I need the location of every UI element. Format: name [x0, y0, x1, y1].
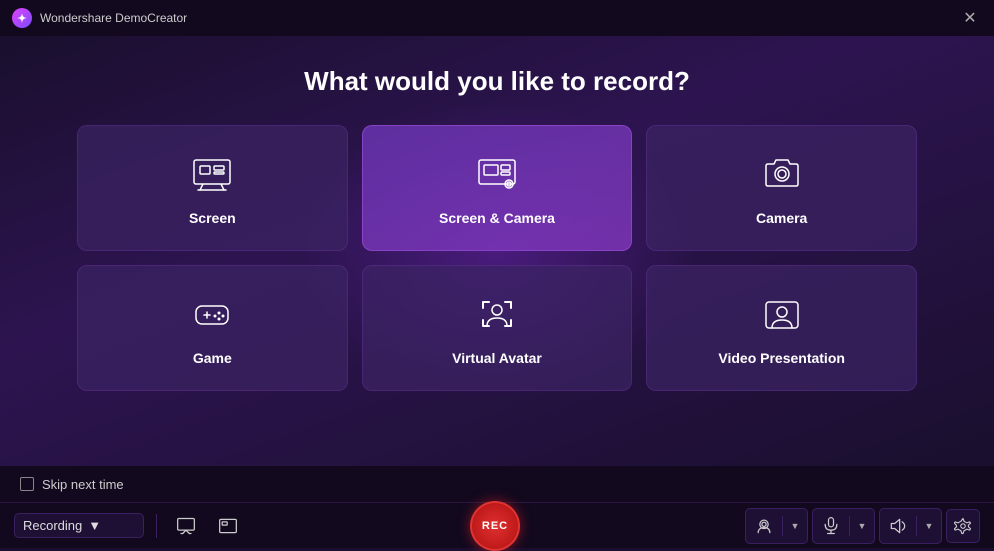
video-presentation-icon: [758, 290, 806, 338]
close-button[interactable]: ✕: [958, 6, 982, 30]
virtual-avatar-icon: [473, 290, 521, 338]
titlebar: ✦ Wondershare DemoCreator ✕: [0, 0, 994, 36]
microphone-button[interactable]: [813, 509, 849, 543]
page-heading: What would you like to record?: [304, 66, 690, 97]
rec-label: REC: [482, 520, 508, 532]
main-content: What would you like to record? Screen: [0, 36, 994, 466]
divider-1: [156, 514, 157, 538]
webcam-dropdown-arrow[interactable]: ▼: [783, 509, 807, 543]
card-camera[interactable]: Camera: [646, 125, 917, 251]
speaker-button[interactable]: [880, 509, 916, 543]
dropdown-arrow-icon: ▼: [88, 518, 135, 533]
webcam-group: ▼: [745, 508, 808, 544]
speaker-dropdown-arrow[interactable]: ▼: [917, 509, 941, 543]
card-screen[interactable]: Screen: [77, 125, 348, 251]
right-controls: ▼ ▼ ▼: [745, 508, 980, 544]
bottom-bar: Recording ▼ REC: [0, 502, 994, 548]
settings-button[interactable]: [946, 509, 980, 543]
webcam-button[interactable]: [746, 509, 782, 543]
speaker-group: ▼: [879, 508, 942, 544]
app-logo: ✦: [12, 8, 32, 28]
screen-camera-icon: [473, 150, 521, 198]
card-game[interactable]: Game: [77, 265, 348, 391]
card-game-label: Game: [193, 350, 232, 366]
card-camera-label: Camera: [756, 210, 807, 226]
skip-label: Skip next time: [42, 477, 124, 492]
cards-grid: Screen Screen & Camera: [77, 125, 917, 391]
camera-icon: [758, 150, 806, 198]
card-screen-label: Screen: [189, 210, 236, 226]
screen-capture-button[interactable]: [169, 509, 203, 543]
rec-btn-wrapper: REC: [253, 501, 737, 551]
card-virtual-avatar[interactable]: Virtual Avatar: [362, 265, 633, 391]
microphone-group: ▼: [812, 508, 875, 544]
app-title: Wondershare DemoCreator: [40, 11, 187, 25]
game-icon: [188, 290, 236, 338]
card-video-presentation-label: Video Presentation: [718, 350, 845, 366]
card-screen-camera-label: Screen & Camera: [439, 210, 555, 226]
window-capture-button[interactable]: [211, 509, 245, 543]
rec-button[interactable]: REC: [470, 501, 520, 551]
recording-dropdown[interactable]: Recording ▼: [14, 513, 144, 538]
screen-icon: [188, 150, 236, 198]
mic-dropdown-arrow[interactable]: ▼: [850, 509, 874, 543]
skip-row: Skip next time: [0, 466, 994, 502]
skip-checkbox[interactable]: [20, 477, 34, 491]
recording-label: Recording: [23, 518, 82, 533]
card-screen-camera[interactable]: Screen & Camera: [362, 125, 633, 251]
titlebar-left: ✦ Wondershare DemoCreator: [12, 8, 187, 28]
card-virtual-avatar-label: Virtual Avatar: [452, 350, 542, 366]
card-video-presentation[interactable]: Video Presentation: [646, 265, 917, 391]
